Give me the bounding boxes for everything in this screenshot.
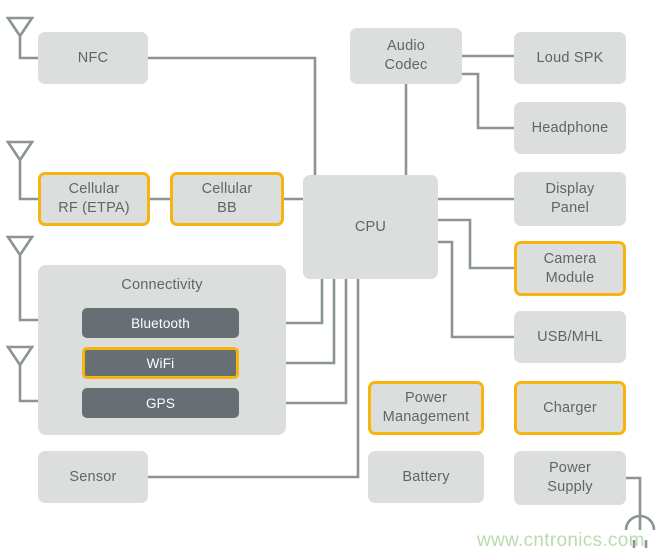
- block-diagram-canvas: Connectivity Bluetooth WiFi GPS NFC Cell…: [0, 0, 660, 560]
- subblock-wifi[interactable]: WiFi: [82, 347, 239, 379]
- subblock-gps[interactable]: GPS: [82, 388, 239, 418]
- watermark-text: www.cntronics.com: [477, 530, 645, 551]
- block-usb-mhl[interactable]: USB/MHL: [514, 311, 626, 363]
- block-display-panel[interactable]: Display Panel: [514, 172, 626, 226]
- connectivity-group-label: Connectivity: [121, 277, 203, 293]
- block-headphone[interactable]: Headphone: [514, 102, 626, 154]
- block-cellular-bb[interactable]: Cellular BB: [170, 172, 284, 226]
- block-nfc[interactable]: NFC: [38, 32, 148, 84]
- block-audio-codec[interactable]: Audio Codec: [350, 28, 462, 84]
- block-sensor[interactable]: Sensor: [38, 451, 148, 503]
- subblock-bluetooth[interactable]: Bluetooth: [82, 308, 239, 338]
- block-battery[interactable]: Battery: [368, 451, 484, 503]
- block-cpu[interactable]: CPU: [303, 175, 438, 279]
- block-power-supply[interactable]: Power Supply: [514, 451, 626, 505]
- block-charger[interactable]: Charger: [514, 381, 626, 435]
- block-camera-module[interactable]: Camera Module: [514, 241, 626, 296]
- block-loud-spk[interactable]: Loud SPK: [514, 32, 626, 84]
- block-power-management[interactable]: Power Management: [368, 381, 484, 435]
- block-cellular-rf[interactable]: Cellular RF (ETPA): [38, 172, 150, 226]
